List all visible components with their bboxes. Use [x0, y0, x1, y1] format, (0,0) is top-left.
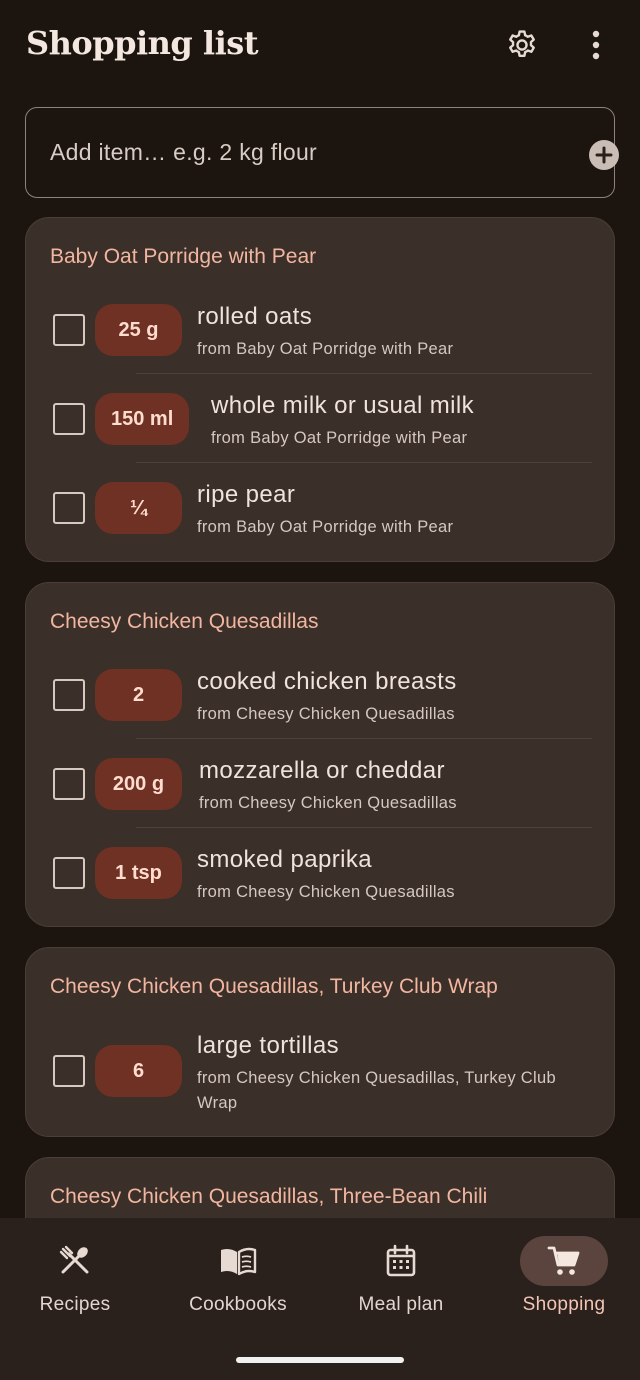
quantity-chip: 25 g [95, 304, 182, 356]
nav-icon-container [357, 1236, 445, 1286]
item-source: from Baby Oat Porridge with Pear [197, 518, 454, 536]
nav-meal-plan[interactable]: Meal plan [321, 1218, 481, 1328]
nav-icon-container-active [520, 1236, 608, 1286]
more-options-button[interactable] [572, 21, 620, 69]
quantity-chip: ¼ [95, 482, 182, 534]
item-name: rolled oats [197, 303, 313, 330]
item-source-line-2: Wrap [197, 1094, 238, 1112]
item-checkbox[interactable] [53, 492, 85, 524]
nav-cookbooks[interactable]: Cookbooks [158, 1218, 318, 1328]
divider [136, 738, 592, 739]
item-source-line-1: from Cheesy Chicken Quesadillas, Turkey … [197, 1069, 556, 1087]
quantity-chip: 150 ml [95, 393, 190, 445]
item-name: large tortillas [197, 1032, 340, 1059]
nav-icon-container [194, 1236, 282, 1286]
divider [136, 827, 592, 828]
item-checkbox[interactable] [53, 857, 85, 889]
nav-label: Shopping [522, 1294, 606, 1315]
settings-button[interactable] [498, 21, 546, 69]
list-item[interactable]: 1 tsp smoked paprika from Cheesy Chicken… [26, 846, 616, 934]
page-title: Shopping list [26, 24, 259, 62]
list-item[interactable]: 25 g rolled oats from Baby Oat Porridge … [26, 303, 616, 391]
item-name: cooked chicken breasts [197, 668, 457, 695]
item-name: whole milk or usual milk [211, 392, 475, 419]
item-source: from Cheesy Chicken Quesadillas [197, 883, 455, 901]
divider [136, 373, 592, 374]
fork-spoon-icon [59, 1245, 89, 1274]
nav-icon-container [31, 1236, 119, 1286]
app-screen: Shopping list Add item… e.g. 2 kg flour … [0, 0, 640, 1380]
quantity-chip: 1 tsp [95, 847, 182, 899]
nav-label: Cookbooks [189, 1294, 287, 1315]
item-name: mozzarella or cheddar [199, 757, 445, 784]
nav-recipes[interactable]: Recipes [0, 1218, 155, 1328]
add-item-button[interactable] [588, 139, 620, 171]
bottom-navigation: Recipes Cookbooks Meal plan Shopping [0, 1218, 640, 1380]
list-item[interactable]: 2 cooked chicken breasts from Cheesy Chi… [26, 668, 616, 756]
open-book-icon [221, 1247, 257, 1276]
item-source: from Baby Oat Porridge with Pear [197, 340, 454, 358]
add-item-input[interactable] [26, 108, 546, 196]
recipe-group-card: Cheesy Chicken Quesadillas, Turkey Club … [25, 947, 615, 1137]
nav-shopping[interactable]: Shopping [484, 1218, 640, 1328]
recipe-group-title: Cheesy Chicken Quesadillas [50, 610, 319, 633]
recipe-group-card: Cheesy Chicken Quesadillas, Three-Bean C… [25, 1157, 615, 1218]
shopping-cart-icon [547, 1246, 580, 1275]
item-source: from Cheesy Chicken Quesadillas [199, 794, 457, 812]
list-item[interactable]: ¼ ripe pear from Baby Oat Porridge with … [26, 481, 616, 569]
nav-label: Recipes [39, 1294, 111, 1315]
add-circle-icon [589, 140, 619, 170]
quantity-chip: 6 [95, 1045, 182, 1097]
shopping-list-scroll[interactable]: Shopping list Add item… e.g. 2 kg flour … [0, 0, 640, 1218]
divider [136, 462, 592, 463]
more-vert-icon [592, 30, 600, 60]
recipe-group-card: Cheesy Chicken Quesadillas 2 cooked chic… [25, 582, 615, 927]
quantity-chip: 200 g [95, 758, 182, 810]
list-item[interactable]: 6 large tortillas from Cheesy Chicken Qu… [26, 1032, 616, 1122]
item-checkbox[interactable] [53, 314, 85, 346]
list-item[interactable]: 150 ml whole milk or usual milk from Bab… [26, 392, 616, 480]
item-checkbox[interactable] [53, 768, 85, 800]
item-name: smoked paprika [197, 846, 373, 873]
list-item[interactable]: 200 g mozzarella or cheddar from Cheesy … [26, 757, 616, 845]
gear-icon [509, 30, 535, 57]
item-checkbox[interactable] [53, 403, 85, 435]
item-checkbox[interactable] [53, 1055, 85, 1087]
item-checkbox[interactable] [53, 679, 85, 711]
item-source: from Baby Oat Porridge with Pear [211, 429, 468, 447]
quantity-chip: 2 [95, 669, 182, 721]
top-app-bar: Shopping list [0, 0, 640, 92]
add-item-field[interactable] [25, 107, 619, 198]
home-indicator [236, 1357, 404, 1363]
recipe-group-title: Cheesy Chicken Quesadillas, Turkey Club … [50, 975, 498, 998]
calendar-icon [386, 1244, 416, 1277]
nav-label: Meal plan [358, 1294, 444, 1315]
recipe-group-title: Cheesy Chicken Quesadillas, Three-Bean C… [50, 1185, 488, 1208]
item-name: ripe pear [197, 481, 296, 508]
item-source: from Cheesy Chicken Quesadillas [197, 705, 455, 723]
recipe-group-card: Baby Oat Porridge with Pear 25 g rolled … [25, 217, 615, 562]
recipe-group-title: Baby Oat Porridge with Pear [50, 245, 317, 268]
